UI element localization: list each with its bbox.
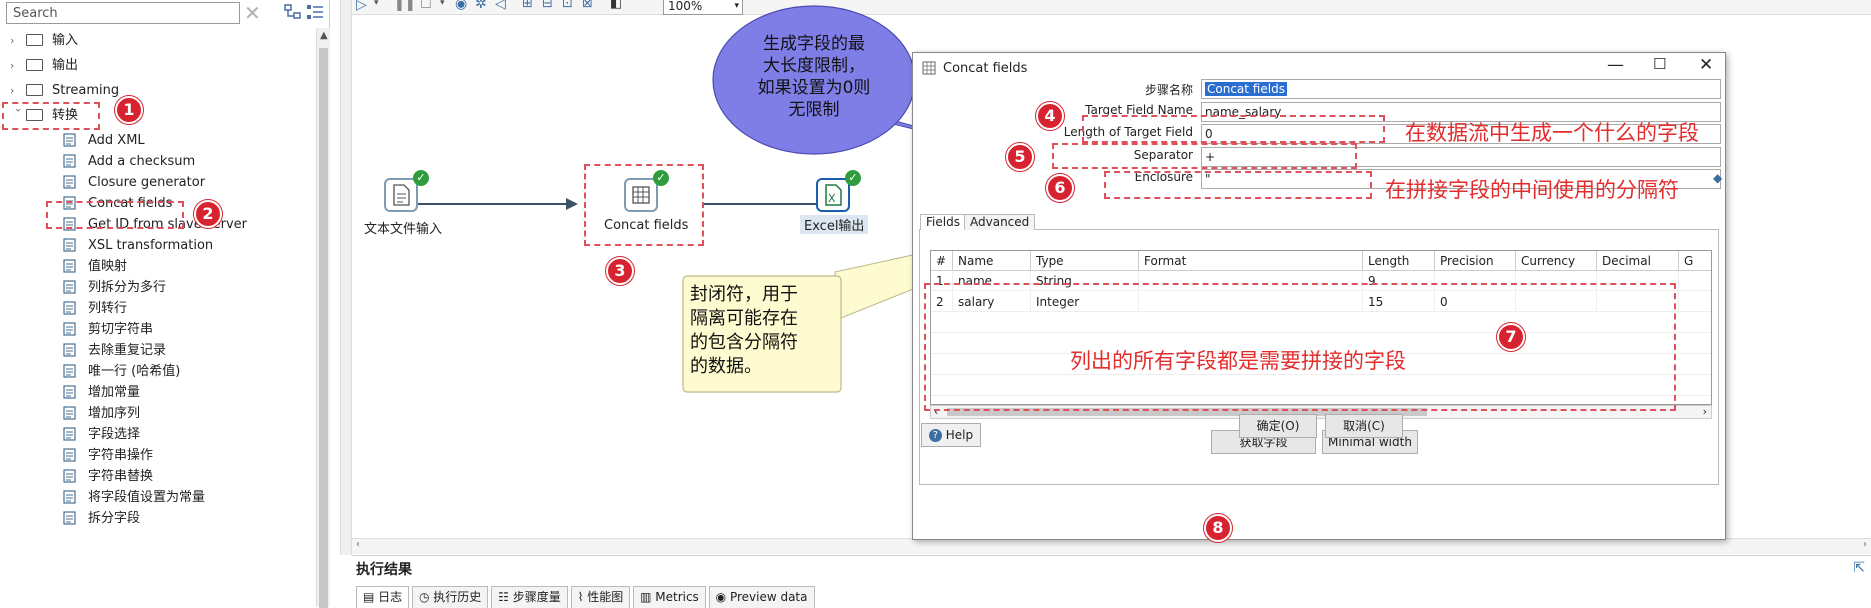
log-icon: ▤	[363, 590, 379, 604]
tab-history[interactable]: ◷ 执行历史	[412, 586, 489, 608]
column-header: #	[931, 251, 953, 271]
highlight-length-field	[1052, 143, 1357, 169]
note-separator: 在拼接字段的中间使用的分隔符	[1385, 178, 1679, 202]
panel-title: 执行结果	[356, 562, 412, 578]
dialog-title: Concat fields	[943, 61, 1028, 76]
dialog-table-icon	[922, 61, 936, 75]
highlight-target-field	[1082, 115, 1385, 143]
tab-log[interactable]: ▤ 日志	[356, 586, 410, 608]
preview-icon: ◉	[715, 590, 730, 604]
help-icon: ?	[928, 429, 942, 442]
annotation-badge-6: 6	[1046, 174, 1074, 202]
results-tabs: ▤ 日志 ◷ 执行历史 ☷ 步骤度量 ⌇ 性能图 ▥ Metrics ◉ Pre…	[356, 586, 815, 608]
history-icon: ◷	[419, 590, 434, 604]
callout-length-text: 生成字段的最 大长度限制， 如果设置为0则 无限制	[757, 34, 871, 120]
highlight-separator-field	[1104, 171, 1372, 199]
scroll-right-icon[interactable]: ›	[1703, 405, 1707, 418]
tab-advanced[interactable]: Advanced	[964, 214, 1036, 230]
tab-step-metrics[interactable]: ☷ 步骤度量	[491, 586, 568, 608]
minimize-icon[interactable]: —	[1607, 55, 1624, 75]
maximize-panel-icon[interactable]: ⇱	[1853, 560, 1865, 576]
metrics-icon: ▥	[640, 590, 656, 604]
column-header[interactable]: Type	[1031, 251, 1139, 271]
column-header[interactable]: Decimal	[1597, 251, 1679, 271]
cancel-button[interactable]: 取消(C)	[1325, 414, 1403, 438]
tab-performance[interactable]: ⌇ 性能图	[570, 586, 631, 608]
step-name-label: 步骤名称	[1144, 83, 1193, 97]
variable-icon[interactable]: ◆	[1713, 171, 1722, 185]
step-metrics-icon: ☷	[498, 590, 513, 604]
tab-metrics[interactable]: ▥ Metrics	[633, 586, 706, 608]
annotation-badge-7: 7	[1497, 323, 1525, 351]
tab-fields[interactable]: Fields	[920, 214, 966, 230]
annotation-badge-5: 5	[1006, 143, 1034, 171]
note-target-field: 在数据流中生成一个什么的字段	[1405, 121, 1699, 145]
column-header[interactable]: Currency	[1516, 251, 1597, 271]
execution-results-panel: 执行结果 ⇱ ▤ 日志 ◷ 执行历史 ☷ 步骤度量 ⌇ 性能图 ▥ Metric…	[352, 555, 1871, 608]
help-button[interactable]: ? Help	[921, 423, 981, 447]
column-header[interactable]: G	[1679, 251, 1711, 271]
chart-icon: ⌇	[577, 590, 588, 604]
step-name-input[interactable]: Concat fields	[1201, 79, 1721, 99]
column-header[interactable]: Precision	[1435, 251, 1516, 271]
note-fields: 列出的所有字段都是需要拼接的字段	[1070, 349, 1406, 373]
tab-preview[interactable]: ◉ Preview data	[708, 586, 815, 608]
ok-button[interactable]: 确定(O)	[1239, 414, 1317, 438]
annotation-badge-4: 4	[1036, 102, 1064, 130]
annotation-badge-8: 8	[1204, 514, 1232, 542]
close-icon[interactable]: ✕	[1699, 55, 1713, 75]
column-header[interactable]: Length	[1363, 251, 1435, 271]
column-header[interactable]: Format	[1139, 251, 1363, 271]
column-header[interactable]: Name	[953, 251, 1031, 271]
maximize-icon[interactable]: ☐	[1653, 55, 1666, 73]
callout-enclosure-text: 封闭符，用于 隔离可能存在 的包含分隔符 的数据。	[690, 284, 798, 377]
